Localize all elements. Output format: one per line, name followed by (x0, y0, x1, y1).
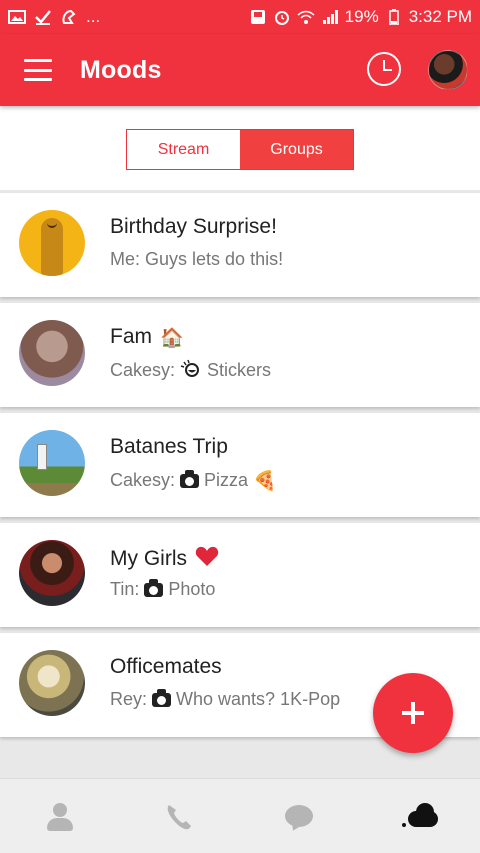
phone-icon[interactable] (163, 801, 195, 833)
hamburger-menu-icon[interactable] (24, 59, 52, 81)
camera-icon (152, 688, 172, 707)
camera-icon (180, 469, 200, 488)
app-title: Moods (80, 55, 162, 84)
group-avatar (19, 650, 85, 716)
message-preview: Me: Guys lets do this! (110, 249, 283, 270)
tab-stream[interactable]: Stream (127, 130, 240, 169)
message-preview: Rey: Who wants? 1K-Pop (110, 688, 341, 710)
group-row-fam[interactable]: Fam 🏠 Cakesy: Stickers (0, 303, 480, 407)
group-row-birthday-surprise[interactable]: Birthday Surprise! Me: Guys lets do this… (0, 193, 480, 297)
clock-icon[interactable] (367, 52, 401, 86)
message-text: Photo (168, 579, 216, 599)
pizza-emoji-icon: 🍕 (253, 470, 277, 492)
tab-bar-area: Stream Groups (0, 106, 480, 190)
message-text: Stickers (207, 360, 272, 380)
bottom-nav (0, 778, 480, 853)
house-emoji-icon: 🏠 (160, 326, 184, 349)
save-icon (249, 9, 267, 25)
battery-percent: 19% (344, 7, 379, 26)
app-bar: Moods (0, 34, 480, 106)
more-indicator: ... (86, 7, 101, 26)
heart-emoji-icon (195, 545, 219, 573)
sender-label: Rey: (110, 689, 148, 709)
signal-icon (321, 9, 339, 25)
group-avatar (19, 320, 85, 386)
segmented-tabs: Stream Groups (126, 129, 354, 170)
message-text: Who wants? 1K-Pop (176, 689, 341, 709)
battery-icon (385, 9, 403, 25)
status-bar: ... 19% 3:32 PM (0, 0, 480, 34)
group-name: Batanes Trip (110, 435, 228, 458)
alarm-icon (273, 9, 291, 25)
person-icon[interactable] (44, 801, 76, 833)
message-preview: Cakesy: Stickers (110, 359, 271, 382)
tab-groups[interactable]: Groups (240, 130, 353, 169)
sticker-icon (180, 359, 202, 382)
group-name: Birthday Surprise! (110, 215, 277, 238)
sender-label: Cakesy: (110, 470, 176, 490)
gallery-icon (8, 9, 26, 25)
sender-label: Me: (110, 249, 141, 269)
sender-label: Tin: (110, 579, 140, 599)
add-group-button[interactable] (373, 673, 453, 753)
group-name: Fam 🏠 (110, 325, 184, 349)
message-preview: Cakesy: Pizza 🍕 (110, 469, 277, 492)
clock-time: 3:32 PM (408, 7, 472, 26)
group-name: Officemates (110, 655, 222, 678)
message-text: Guys lets do this! (145, 249, 284, 269)
check-icon (34, 9, 52, 25)
chat-icon[interactable] (283, 801, 315, 834)
message-text: Pizza (204, 470, 249, 490)
camera-icon (144, 578, 164, 597)
sender-label: Cakesy: (110, 360, 176, 380)
notification-icon (60, 9, 78, 25)
message-preview: Tin: Photo (110, 578, 216, 600)
group-row-batanes-trip[interactable]: Batanes Trip Cakesy: Pizza 🍕 (0, 413, 480, 517)
profile-avatar[interactable] (428, 50, 468, 90)
cloud-icon[interactable] (402, 799, 442, 831)
group-avatar (19, 430, 85, 496)
group-row-my-girls[interactable]: My Girls Tin: Photo (0, 523, 480, 627)
group-avatar (19, 540, 85, 606)
wifi-icon (297, 9, 315, 25)
group-name: My Girls (110, 545, 219, 573)
group-avatar (19, 210, 85, 276)
